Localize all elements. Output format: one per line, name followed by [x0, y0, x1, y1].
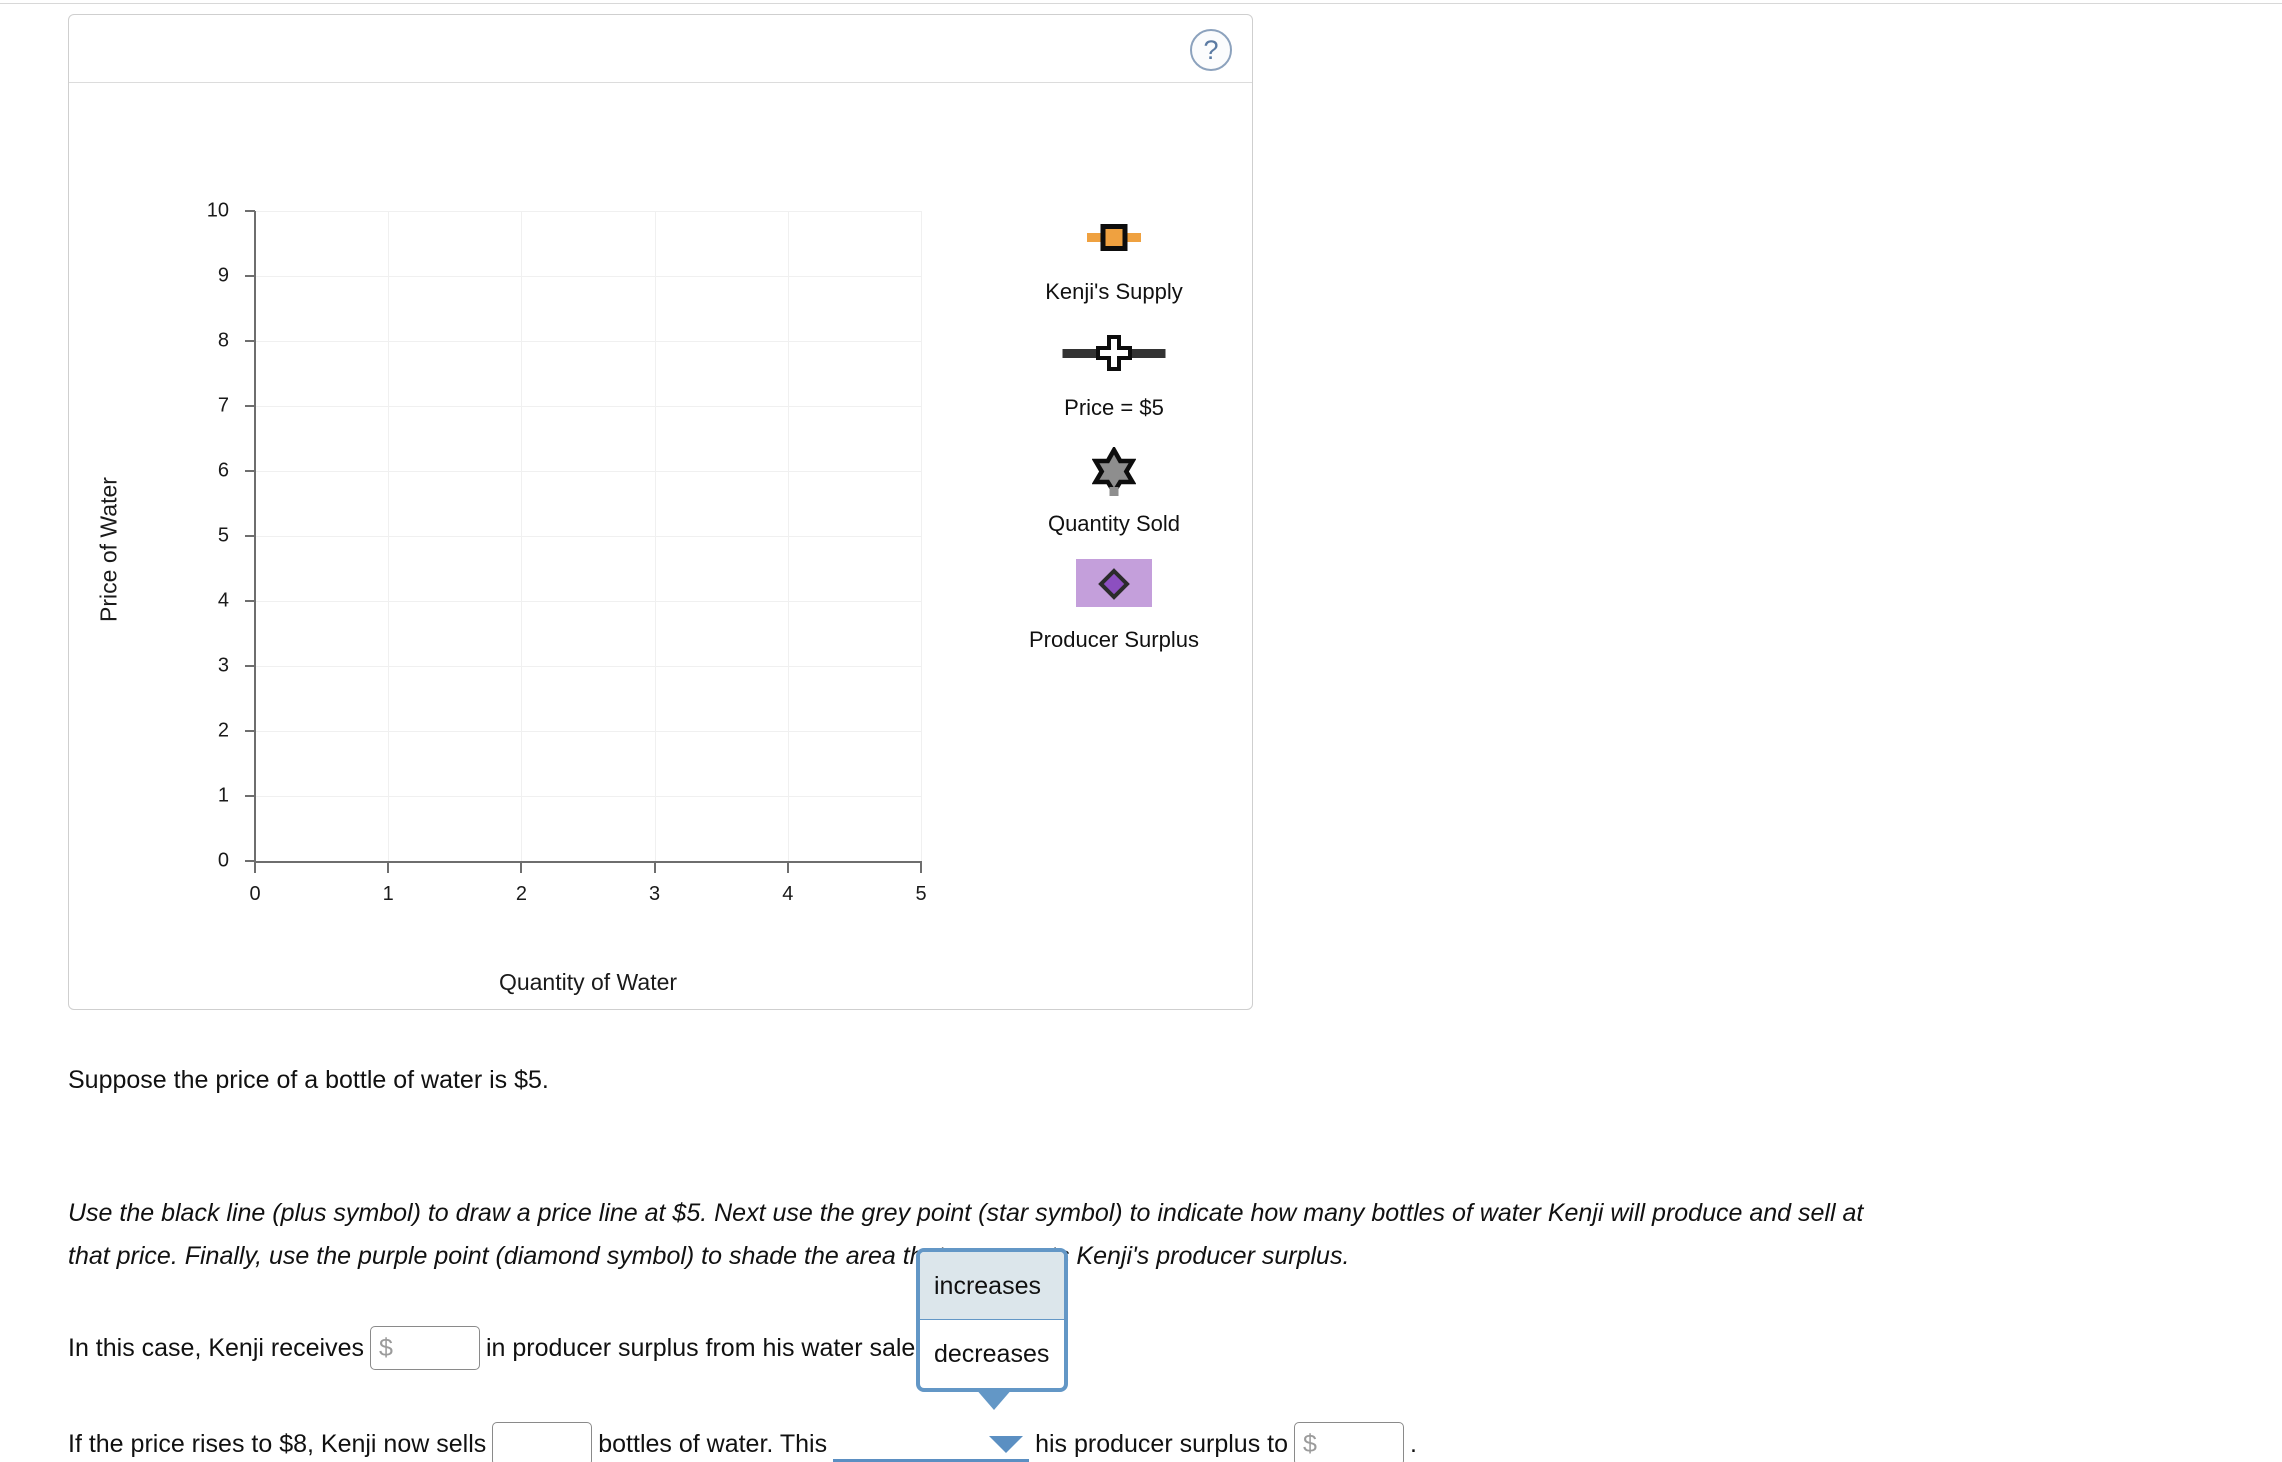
paragraph-price-statement: Suppose the price of a bottle of water i…	[68, 1066, 549, 1094]
y-tick-label: 0	[217, 849, 229, 872]
star-icon	[1092, 447, 1136, 491]
legend-label-price: Price = $5	[1064, 395, 1164, 420]
gridline-horizontal	[255, 536, 921, 537]
x-tick-label: 5	[915, 883, 927, 905]
gridline-horizontal	[255, 406, 921, 407]
question-row-2: If the price rises to $8, Kenji now sell…	[68, 1422, 1423, 1462]
x-tick-label: 4	[782, 883, 794, 905]
orange-square-icon	[1100, 224, 1128, 251]
dropdown-option-decreases[interactable]: decreases	[920, 1320, 1064, 1388]
y-tick	[245, 210, 255, 212]
y-tick-label: 8	[217, 329, 229, 352]
gridline-horizontal	[255, 211, 921, 212]
y-axis-title: Price of Water	[95, 477, 122, 622]
q2-text-before: If the price rises to $8, Kenji now sell…	[68, 1429, 487, 1458]
x-tick-label: 1	[382, 883, 394, 905]
plot-area[interactable]	[255, 211, 922, 861]
gridline-horizontal	[255, 276, 921, 277]
producer-surplus-input[interactable]	[369, 1326, 480, 1370]
diamond-icon	[1098, 568, 1130, 600]
y-tick-label: 7	[217, 394, 229, 417]
gridline-vertical	[388, 211, 390, 861]
question-row-1: In this case, Kenji receives in producer…	[68, 1326, 941, 1370]
dropdown-popup[interactable]: increases decreases	[916, 1248, 1068, 1392]
y-tick-label: 10	[206, 199, 229, 222]
y-tick	[245, 340, 255, 342]
y-tick	[245, 470, 255, 472]
y-tick-label: 6	[217, 459, 229, 482]
legend-label-supply: Kenji's Supply	[1045, 279, 1183, 304]
gridline-horizontal	[255, 666, 921, 667]
legend-label-quantity: Quantity Sold	[1047, 511, 1181, 536]
bottles-sold-input[interactable]	[492, 1422, 593, 1462]
x-axis	[254, 861, 922, 863]
chart-legend: Kenji's Supply Price = $5 Quantity Sold …	[974, 211, 1254, 653]
x-tick-label: 2	[515, 883, 527, 905]
surplus-symbol[interactable]	[974, 559, 1254, 607]
legend-entry-price[interactable]: Price = $5	[974, 327, 1254, 421]
gridline-horizontal	[255, 796, 921, 797]
grey-dot-icon	[1109, 487, 1119, 496]
dropdown-option-increases[interactable]: increases	[920, 1252, 1064, 1320]
legend-label-surplus: Producer Surplus	[1029, 627, 1199, 652]
gridline-horizontal	[255, 601, 921, 602]
plus-icon	[1096, 335, 1132, 371]
legend-entry-surplus[interactable]: Producer Surplus	[974, 559, 1254, 653]
y-tick	[245, 730, 255, 732]
y-tick-label: 5	[217, 524, 229, 547]
y-tick	[245, 860, 255, 862]
x-axis-title: Quantity of Water	[498, 969, 678, 995]
x-tick-label: 0	[249, 883, 261, 905]
y-tick	[245, 405, 255, 407]
q2-text-end: .	[1409, 1429, 1417, 1458]
gridline-horizontal	[255, 731, 921, 732]
dropdown-tail-icon	[975, 1388, 1013, 1410]
x-tick-label: 3	[649, 883, 661, 905]
q2-text-after: his producer surplus to	[1035, 1429, 1288, 1458]
y-tick	[245, 275, 255, 277]
y-tick	[245, 665, 255, 667]
q1-text-after: in producer surplus from his water sales…	[485, 1333, 935, 1362]
panel-header: ?	[69, 15, 1252, 83]
new-producer-surplus-input[interactable]	[1293, 1422, 1404, 1462]
gridline-vertical	[654, 211, 656, 861]
legend-entry-supply[interactable]: Kenji's Supply	[974, 211, 1254, 305]
y-tick	[245, 535, 255, 537]
gridline-horizontal	[255, 341, 921, 342]
page-top-rule	[0, 3, 2282, 4]
gridline-vertical	[787, 211, 789, 861]
gridline-vertical	[921, 211, 922, 861]
x-tick	[920, 863, 922, 873]
x-tick	[786, 863, 789, 873]
legend-entry-quantity[interactable]: Quantity Sold	[974, 443, 1254, 537]
supply-symbol[interactable]	[974, 211, 1254, 259]
chevron-down-icon	[989, 1436, 1024, 1453]
y-tick-label: 9	[217, 264, 229, 287]
y-tick	[245, 600, 255, 602]
chart-area: 0 1 2 3 4 5 6 7 8 9 10 0 1 2 3 4 5 Quantity of Water Pr…	[69, 83, 1252, 1011]
y-tick-label: 2	[217, 719, 229, 742]
help-icon[interactable]: ?	[1190, 29, 1232, 71]
y-tick-label: 3	[217, 654, 229, 677]
q2-text-middle: bottles of water. This	[598, 1429, 828, 1458]
y-tick	[245, 795, 255, 797]
x-tick	[520, 863, 523, 873]
gridline-vertical	[521, 211, 523, 861]
y-tick-label: 1	[217, 784, 229, 807]
quantity-symbol[interactable]	[974, 443, 1254, 496]
price-symbol[interactable]	[974, 327, 1254, 375]
x-tick	[653, 863, 656, 873]
x-tick	[254, 863, 256, 873]
q1-text-before: In this case, Kenji receives	[68, 1333, 364, 1362]
y-tick-label: 4	[217, 589, 229, 612]
change-direction-select[interactable]	[833, 1424, 1030, 1462]
gridline-horizontal	[255, 471, 921, 472]
graph-panel: ? 0 1 2 3 4 5 6 7 8 9 10 0 1 2 3 4 5 Quantity of Water …	[68, 14, 1253, 1010]
x-tick	[387, 863, 390, 873]
